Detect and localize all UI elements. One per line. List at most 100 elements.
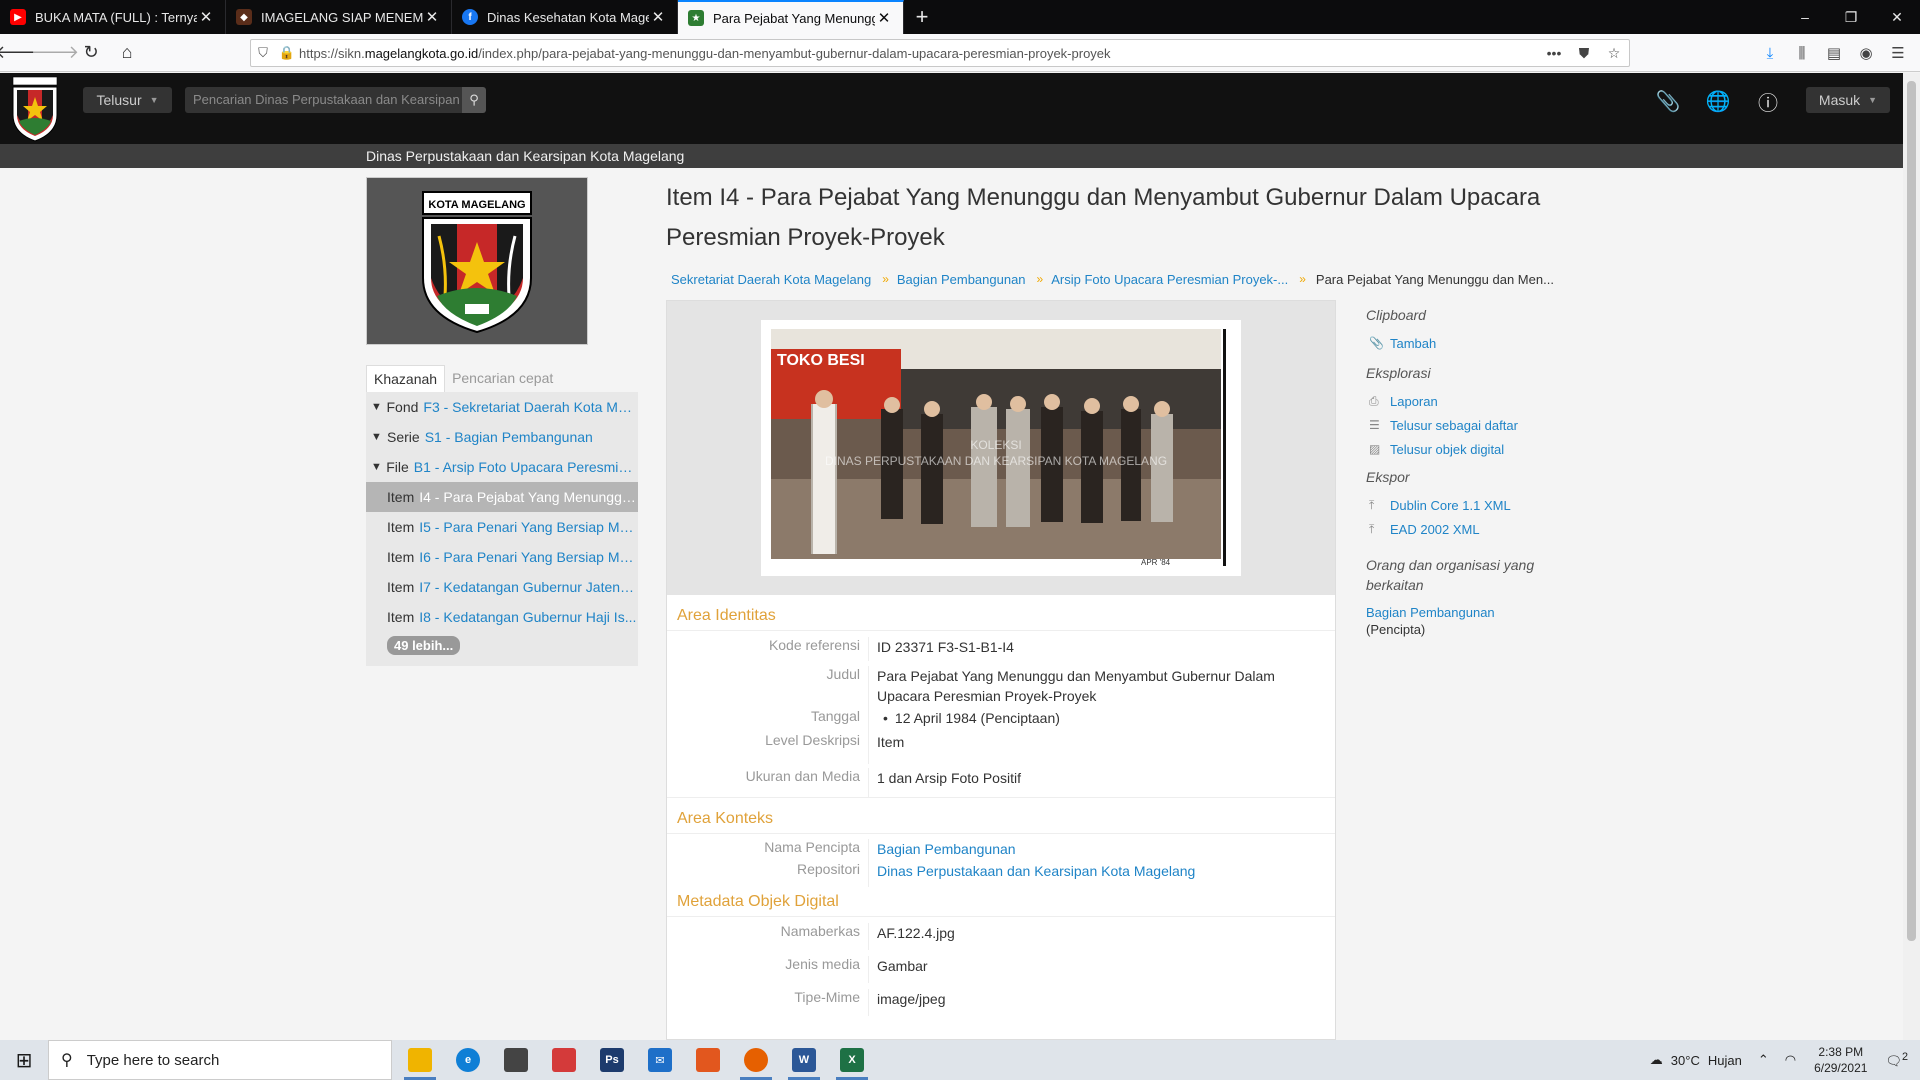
browser-tab-active[interactable]: ★ Para Pejabat Yang Menunggu d ✕ [678,0,904,34]
tree-node-link[interactable]: S1 - Bagian Pembangunan [425,429,593,445]
taskbar-store[interactable] [492,1040,540,1080]
tab-title: Dinas Kesehatan Kota Magelang [487,9,649,25]
section-heading-context[interactable]: Area Konteks [667,798,1335,834]
reload-button[interactable]: ↻ [74,38,108,68]
browse-digital-objects-link[interactable]: ▨ Telusur objek digital [1366,437,1586,461]
taskbar-gift-app[interactable] [540,1040,588,1080]
expanded-arrow-icon[interactable]: ▼ [371,461,386,473]
tree-node-item[interactable]: Item I7 - Kedatangan Gubernur Jateng ... [366,572,638,602]
tree-node-link[interactable]: F3 - Sekretariat Daerah Kota Mag... [423,399,638,415]
section-heading-identity[interactable]: Area Identitas [667,595,1335,631]
expanded-arrow-icon[interactable]: ▼ [371,401,386,413]
forward-button[interactable]: 🡒 [31,38,79,68]
taskbar-mail[interactable]: ✉ [636,1040,684,1080]
home-button[interactable]: ⌂ [110,38,144,68]
tree-node-serie[interactable]: ▼ Serie S1 - Bagian Pembangunan [366,422,638,452]
field-value: AF.122.4.jpg [877,925,955,941]
taskbar-file-explorer[interactable] [396,1040,444,1080]
page-actions-icon[interactable]: ••• [1539,45,1569,61]
tree-node-link[interactable]: B1 - Arsip Foto Upacara Peresmian ... [414,459,638,475]
clipboard-paperclip-icon[interactable]: 📎 [1654,87,1682,115]
tree-node-current-item[interactable]: Item I4 - Para Pejabat Yang Menunggu ... [366,482,638,512]
repository-link[interactable]: Dinas Perpustakaan dan Kearsipan Kota Ma… [869,861,1319,887]
shield-icon[interactable]: ⛉ [251,45,275,61]
browse-as-list-link[interactable]: ☰ Telusur sebagai daftar [1366,413,1586,437]
tree-node-link[interactable]: I4 - Para Pejabat Yang Menunggu ... [419,489,638,505]
taskbar-edge[interactable]: e [444,1040,492,1080]
minimize-button[interactable]: – [1782,0,1828,34]
taskbar-excel[interactable]: X [828,1040,876,1080]
scrollbar-thumb[interactable] [1907,81,1916,941]
tree-node-fond[interactable]: ▼ Fond F3 - Sekretariat Daerah Kota Mag.… [366,392,638,422]
language-globe-icon[interactable]: 🌐 [1704,87,1732,115]
page-scrollbar[interactable] [1903,73,1920,1040]
related-creator-link[interactable]: Bagian Pembangunan [1366,605,1586,620]
expanded-arrow-icon[interactable]: ▼ [371,431,387,443]
close-window-button[interactable]: ✕ [1874,0,1920,34]
restore-button[interactable]: ❐ [1828,0,1874,34]
url-bar[interactable]: ⛉ 🔒 https://sikn.magelangkota.go.id/inde… [250,39,1630,67]
chevron-up-icon[interactable]: ⌃ [1758,1052,1769,1068]
browse-dropdown-button[interactable]: Telusur ▼ [83,87,172,113]
clipboard-add-link[interactable]: 📎 Tambah [1366,331,1586,355]
breadcrumb-link[interactable]: Bagian Pembangunan [897,272,1026,292]
browser-tab-imagelang[interactable]: ◆ IMAGELANG SIAP MENEMANI ✕ [226,0,452,34]
tab-khazanah[interactable]: Khazanah [366,365,446,392]
repository-logo[interactable]: KOTA MAGELANG [366,177,588,345]
close-tab-icon[interactable]: ✕ [197,8,215,26]
lock-icon[interactable]: 🔒 [275,45,299,61]
related-creator-role: (Pencipta) [1366,622,1426,637]
browser-tab-facebook[interactable]: f Dinas Kesehatan Kota Magelang ✕ [452,0,678,34]
report-link[interactable]: ⎙ Laporan [1366,389,1586,413]
kota-magelang-logo[interactable] [8,75,62,143]
close-tab-icon[interactable]: ✕ [875,9,893,27]
level-label: File [386,459,409,475]
close-tab-icon[interactable]: ✕ [423,8,441,26]
bookmark-star-icon[interactable]: ☆ [1599,45,1629,62]
url-text[interactable]: https://sikn.magelangkota.go.id/index.ph… [299,46,1539,61]
breadcrumb-link[interactable]: Arsip Foto Upacara Peresmian Proyek-... [1051,272,1288,292]
tree-node-link[interactable]: I8 - Kedatangan Gubernur Haji Is... [419,609,636,625]
tree-node-item[interactable]: Item I8 - Kedatangan Gubernur Haji Is... [366,602,638,632]
browser-tab-youtube[interactable]: ▶ BUKA MATA (FULL) : Ternyata Ha ✕ [0,0,226,34]
wifi-icon[interactable]: ◠ [1785,1052,1796,1068]
digital-object-photo[interactable]: TOKO BESI KOLEKSI DINAS PERPUSTAKAAN DAN… [761,320,1241,576]
export-dublin-core-link[interactable]: ⤒ Dublin Core 1.1 XML [1366,493,1586,517]
more-items-button[interactable]: 49 lebih... [387,636,461,655]
search-button[interactable]: ⚲ [462,87,486,113]
account-icon[interactable]: ◉ [1850,44,1882,62]
creator-link[interactable]: Bagian Pembangunan [869,839,1319,861]
export-ead-link[interactable]: ⤒ EAD 2002 XML [1366,517,1586,541]
login-dropdown-button[interactable]: Masuk ▼ [1806,87,1890,113]
photoshop-icon: Ps [600,1048,624,1072]
download-icon[interactable]: ⤓ [1754,45,1786,62]
tree-node-link[interactable]: I7 - Kedatangan Gubernur Jateng ... [419,579,638,595]
section-heading-digital-object-metadata[interactable]: Metadata Objek Digital [667,887,1335,917]
pocket-icon[interactable]: ⛊ [1569,45,1599,62]
close-tab-icon[interactable]: ✕ [649,8,667,26]
taskbar-photoshop[interactable]: Ps [588,1040,636,1080]
notification-icon[interactable]: 🗨2 [1885,1051,1908,1069]
new-tab-button[interactable]: + [904,0,940,34]
weather-temperature[interactable]: 30°C [1671,1053,1700,1068]
tree-node-link[interactable]: I5 - Para Penari Yang Bersiap Men... [419,519,638,535]
library-icon[interactable]: ⫼ [1786,45,1818,62]
start-button[interactable]: ⊞ [0,1040,48,1080]
taskbar-firefox[interactable] [732,1040,780,1080]
weather-description[interactable]: Hujan [1708,1053,1742,1068]
tree-node-file[interactable]: ▼ File B1 - Arsip Foto Upacara Peresmian… [366,452,638,482]
tree-node-item[interactable]: Item I5 - Para Penari Yang Bersiap Men..… [366,512,638,542]
tree-node-item[interactable]: Item I6 - Para Penari Yang Bersiap Men..… [366,542,638,572]
tab-quick-search[interactable]: Pencarian cepat [445,365,560,392]
tree-node-link[interactable]: I6 - Para Penari Yang Bersiap Men... [419,549,638,565]
taskbar-word[interactable]: W [780,1040,828,1080]
menu-icon[interactable]: ☰ [1882,44,1914,62]
weather-cloud-icon[interactable]: ☁ [1650,1052,1663,1068]
info-icon[interactable]: ⓘ [1754,87,1782,115]
taskbar-search-box[interactable]: ⚲ Type here to search [48,1040,392,1080]
taskbar-clock[interactable]: 2:38 PM 6/29/2021 [1814,1044,1867,1076]
search-input[interactable]: Pencarian Dinas Perpustakaan dan Kearsip… [185,87,462,113]
sidebar-icon[interactable]: ▤ [1818,44,1850,62]
taskbar-pdf-reader[interactable] [684,1040,732,1080]
breadcrumb-link[interactable]: Sekretariat Daerah Kota Magelang [666,272,871,292]
